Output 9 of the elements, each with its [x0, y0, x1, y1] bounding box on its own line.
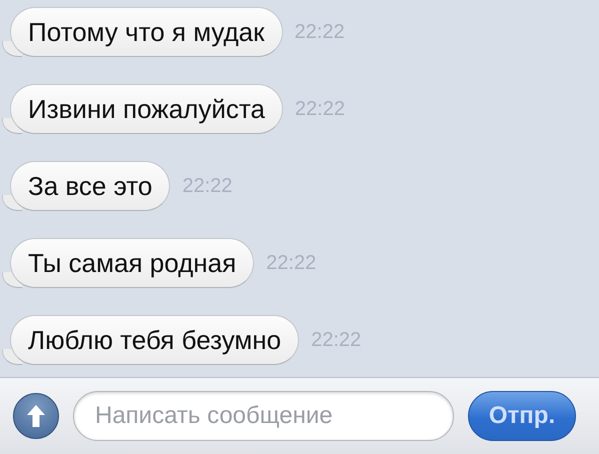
message-bubble: Люблю тебя безумно: [2, 315, 300, 365]
message-bubble: За все это: [2, 161, 170, 211]
up-arrow-icon: [27, 405, 45, 427]
message-bubble: Извини пожалуйста: [2, 84, 283, 134]
attach-button[interactable]: [13, 393, 59, 439]
message-bubble: Ты самая родная: [2, 238, 254, 288]
message-bubble: Потому что я мудак: [2, 7, 283, 57]
message-input-field[interactable]: Написать сообщение: [73, 391, 454, 441]
send-button[interactable]: Отпр.: [468, 391, 576, 441]
